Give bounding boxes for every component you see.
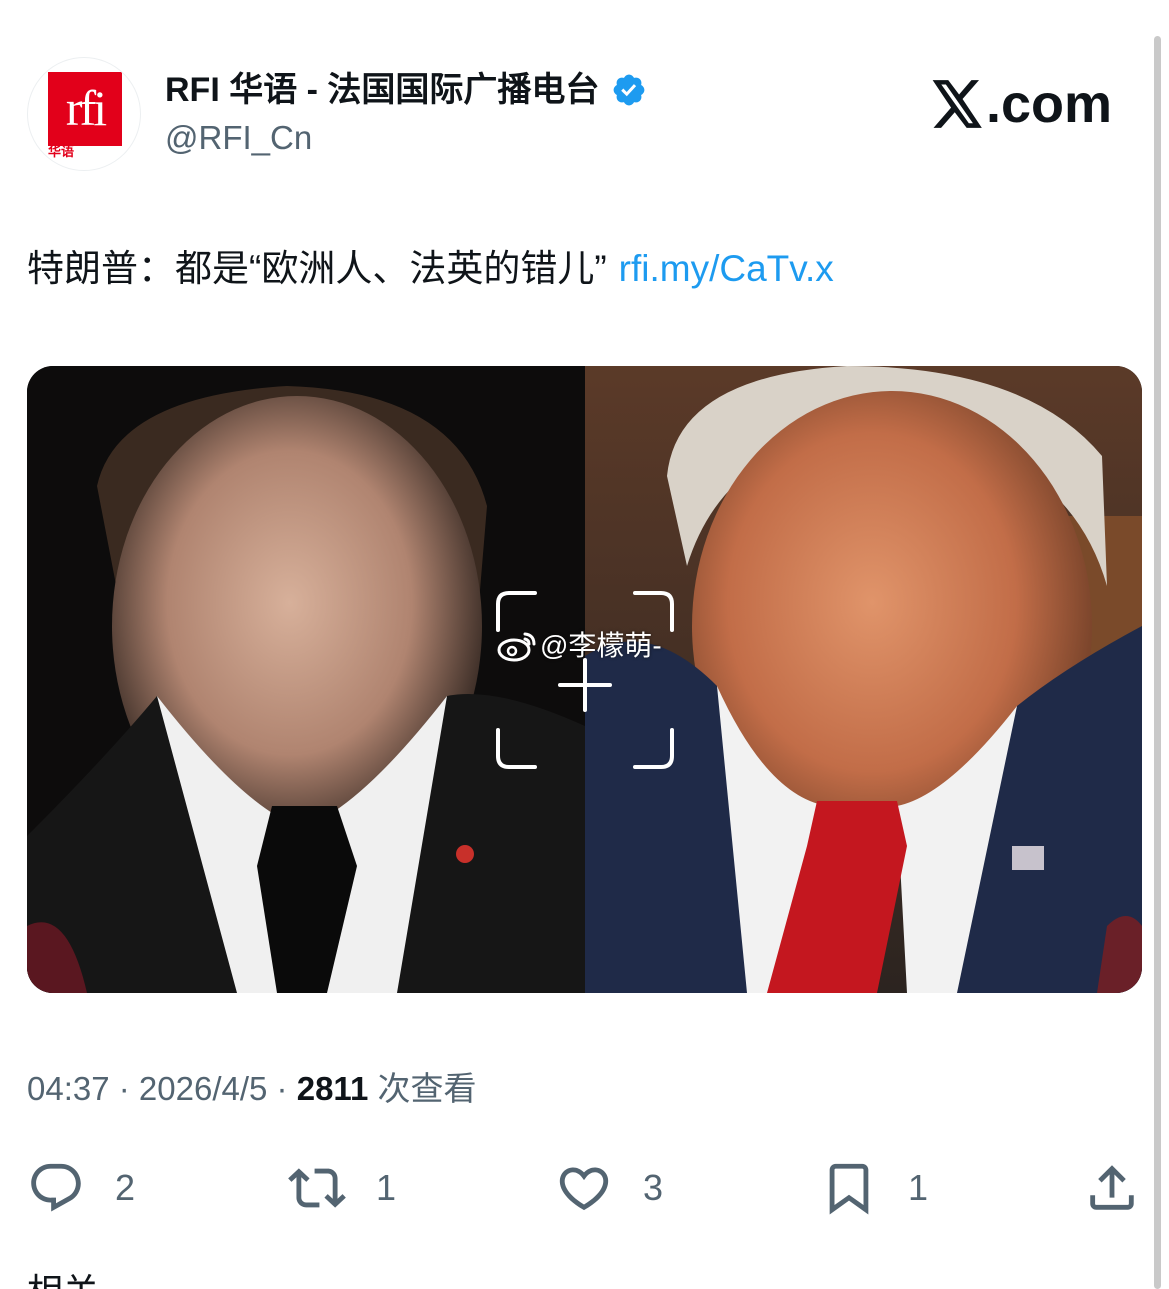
view-label: 次查看 xyxy=(368,1070,477,1107)
tweet-link[interactable]: rfi.my/CaTv.x xyxy=(619,248,834,289)
tweet-date[interactable]: 2026/4/5 xyxy=(139,1070,267,1107)
reply-icon xyxy=(31,1163,81,1212)
tweet-body: 特朗普：都是“欧洲人、法英的错儿” xyxy=(27,248,607,289)
weibo-icon xyxy=(497,632,536,662)
bookmark-count: 1 xyxy=(908,1167,929,1208)
heart-icon xyxy=(559,1167,609,1211)
rfi-logo-subtext: 华语 xyxy=(48,144,75,159)
bookmark-icon xyxy=(829,1163,869,1215)
retweet-count: 1 xyxy=(376,1167,397,1208)
bookmark-button[interactable]: 1 xyxy=(820,1160,928,1216)
view-count: 2811 xyxy=(296,1070,369,1107)
retweet-icon xyxy=(288,1168,346,1208)
author-name-text: RFI 华语 - 法国国际广播电台 xyxy=(165,71,600,109)
tweet-time[interactable]: 04:37 xyxy=(27,1070,110,1107)
author-name[interactable]: RFI 华语 - 法国国际广播电台 xyxy=(165,68,647,112)
camera-frame-icon xyxy=(496,591,674,769)
share-button[interactable] xyxy=(1083,1160,1141,1216)
reply-count: 2 xyxy=(115,1167,136,1208)
like-count: 3 xyxy=(643,1167,664,1208)
retweet-button[interactable]: 1 xyxy=(288,1160,396,1216)
watermark-text: @李檬萌- xyxy=(540,630,662,661)
avatar[interactable]: rfi 华语 xyxy=(27,57,141,171)
meta-separator: · xyxy=(109,1070,139,1107)
scrollbar[interactable] xyxy=(1154,36,1161,1289)
author-handle[interactable]: @RFI_Cn xyxy=(165,116,312,160)
meta-separator: · xyxy=(267,1070,297,1107)
x-logo-icon xyxy=(932,80,982,128)
verified-badge-icon xyxy=(614,74,645,106)
like-button[interactable]: 3 xyxy=(555,1160,663,1216)
rfi-logo: rfi xyxy=(48,72,122,146)
next-section-text: 相关 xyxy=(27,1272,99,1289)
reply-button[interactable]: 2 xyxy=(27,1160,135,1216)
site-label-text: .com xyxy=(986,74,1113,134)
share-icon xyxy=(1090,1165,1134,1210)
tweet-meta: 04:37 · 2026/4/5 · 2811 次查看 xyxy=(27,1066,476,1112)
site-label: .com xyxy=(932,72,1112,136)
rfi-logo-text: rfi xyxy=(65,80,107,136)
tweet-text: 特朗普：都是“欧洲人、法英的错儿” rfi.my/CaTv.x xyxy=(27,242,834,296)
